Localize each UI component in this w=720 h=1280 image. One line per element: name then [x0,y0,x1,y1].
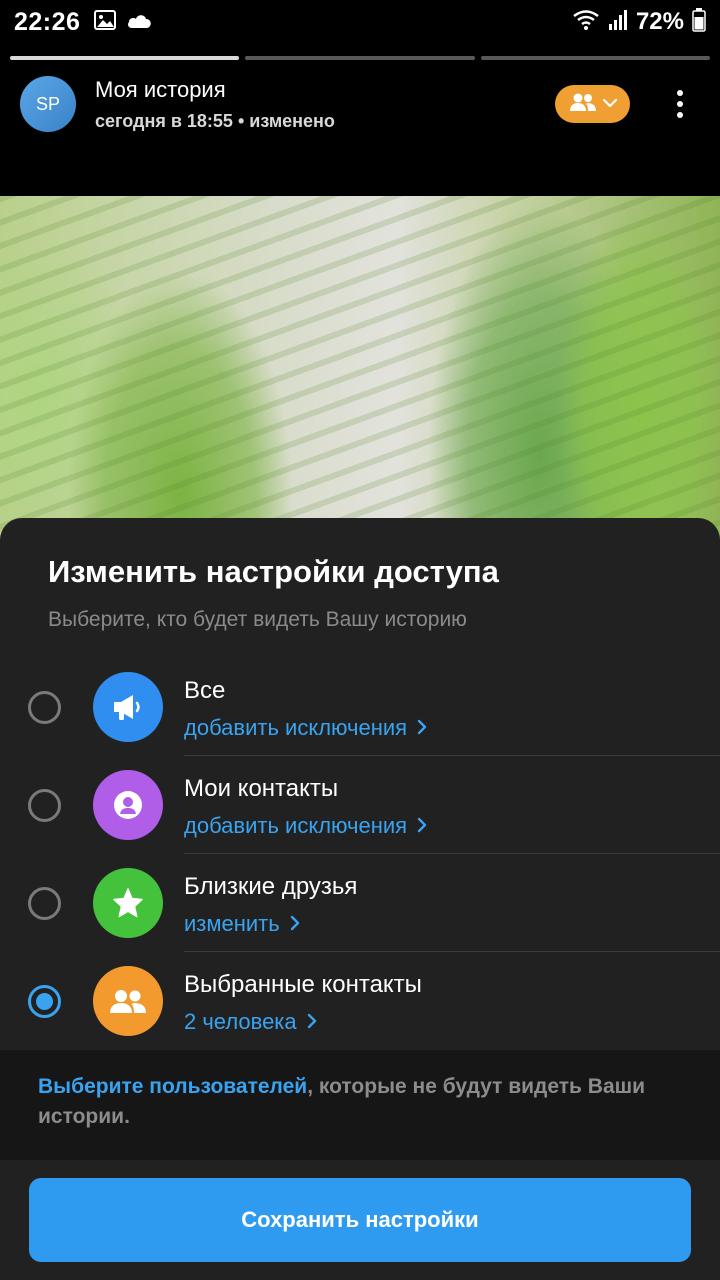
story-subtitle: сегодня в 18:55 • изменено [95,110,335,131]
chevron-right-icon [417,715,427,741]
option-my-contacts[interactable]: Мои контакты добавить исключения [0,756,720,854]
star-icon [93,868,163,938]
sheet-subtitle: Выберите, кто будет видеть Вашу историю [48,608,467,631]
option-action-link[interactable]: добавить исключения [184,813,427,839]
option-everyone[interactable]: Все добавить исключения [0,658,720,756]
battery-icon [692,7,706,37]
story-progress [10,56,710,60]
chevron-right-icon [290,911,300,937]
option-label: Мои контакты [184,775,339,802]
select-users-link[interactable]: Выберите пользователей [38,1075,307,1098]
hide-from-info: Выберите пользователей, которые не будут… [0,1050,720,1160]
story-header: SP Моя история сегодня в 18:55 • изменен… [20,72,700,136]
story-progress-segment [480,56,710,60]
group-icon [569,92,597,117]
cloud-icon [126,11,152,34]
more-dot [677,101,683,107]
option-action-text: добавить исключения [184,813,408,838]
option-action-text: 2 человека [184,1009,297,1034]
radio-button-checked[interactable] [28,985,61,1018]
option-label: Все [184,677,226,704]
save-settings-button[interactable]: Сохранить настройки [29,1178,691,1262]
radio-button[interactable] [28,691,61,724]
avatar[interactable]: SP [20,76,76,132]
option-action-text: изменить [184,911,280,936]
story-title: Моя история [95,76,226,102]
avatar-initials: SP [35,93,60,114]
option-close-friends[interactable]: Близкие друзья изменить [0,854,720,952]
more-dot [677,112,683,118]
battery-percent: 72% [635,8,684,35]
radio-button[interactable] [28,789,61,822]
story-progress-segment [245,56,475,60]
radio-button[interactable] [28,887,61,920]
sheet-title: Изменить настройки доступа [48,554,499,589]
chevron-down-icon [602,95,617,113]
option-action-text: добавить исключения [184,715,408,740]
story-photo [0,196,720,556]
signal-icon [608,9,628,36]
option-action-link[interactable]: изменить [184,911,300,937]
story-progress-segment [10,56,240,60]
info-text: Выберите пользователей, которые не будут… [38,1072,678,1132]
chevron-right-icon [307,1009,317,1035]
wifi-icon [572,9,600,36]
person-icon [93,770,163,840]
status-left-icons [94,9,152,35]
privacy-button[interactable] [555,85,630,123]
photo-texture [0,196,720,556]
option-action-link[interactable]: 2 человека [184,1009,317,1035]
story-info: Моя история сегодня в 18:55 • изменено [95,77,335,132]
group-icon [93,966,163,1036]
image-icon [94,9,117,35]
status-time: 22:26 [14,7,81,36]
privacy-sheet: Изменить настройки доступа Выберите, кто… [0,518,720,1280]
option-label: Выбранные контакты [184,971,422,998]
option-label: Близкие друзья [184,873,358,900]
more-dot [677,90,683,96]
more-options-button[interactable] [660,84,700,124]
chevron-right-icon [417,813,427,839]
option-action-link[interactable]: добавить исключения [184,715,427,741]
privacy-options: Все добавить исключения Мои контакты доб… [0,658,720,1050]
option-selected-contacts[interactable]: Выбранные контакты 2 человека [0,952,720,1050]
megaphone-icon [93,672,163,742]
status-bar: 22:26 72% [0,0,720,44]
status-right: 72% [572,7,706,37]
